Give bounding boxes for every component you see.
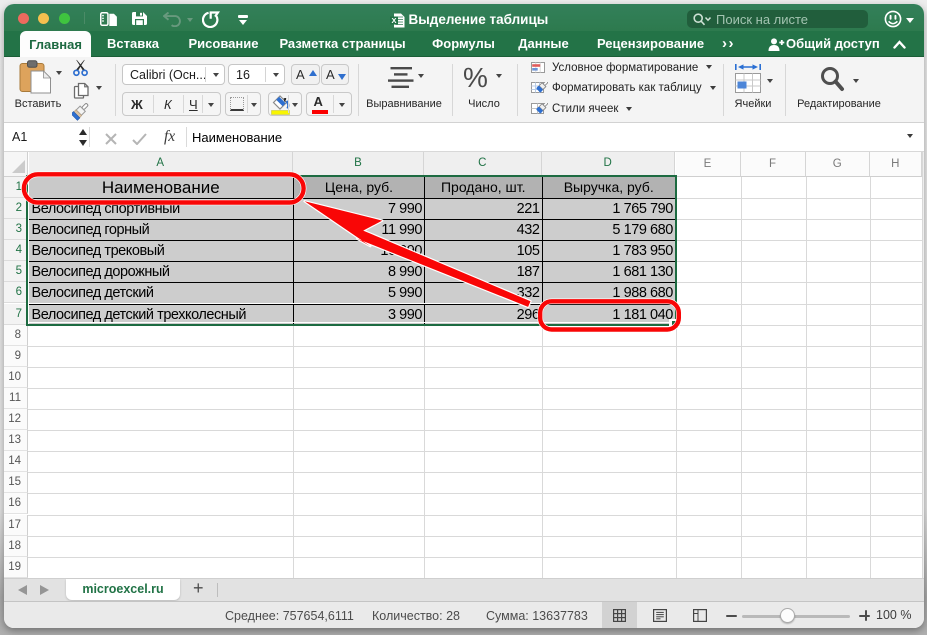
svg-text:X: X: [391, 16, 396, 25]
